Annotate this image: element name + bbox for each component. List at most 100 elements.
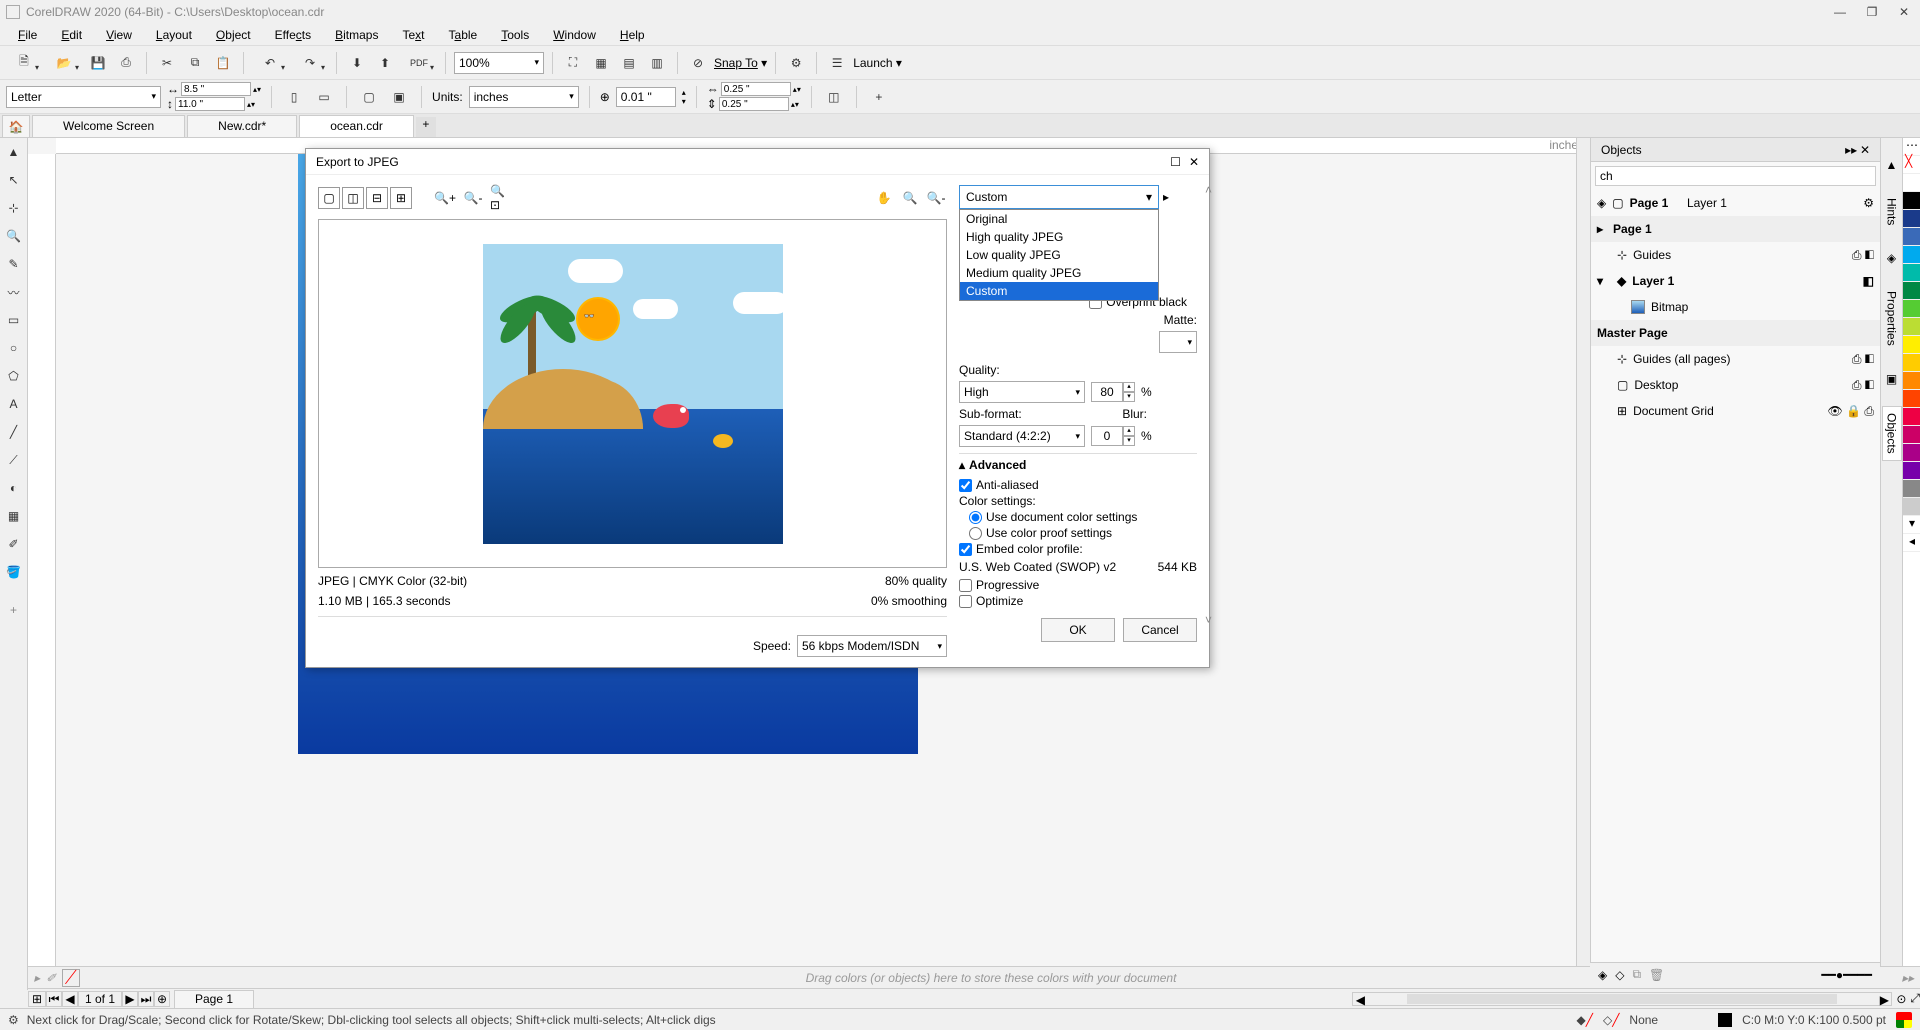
- import-button[interactable]: ⬇: [345, 51, 369, 75]
- color-swatch-7[interactable]: [1903, 300, 1920, 318]
- zoom-fit-preview[interactable]: 🔍⊡: [490, 187, 512, 209]
- show-rulers-button[interactable]: ▦: [589, 51, 613, 75]
- page-height-input[interactable]: [175, 97, 245, 111]
- optimize-checkbox[interactable]: [959, 595, 972, 608]
- zoom-out-preview[interactable]: 🔍-: [462, 187, 484, 209]
- menu-edit[interactable]: Edit: [51, 26, 92, 44]
- zoom-combo[interactable]: 100%▾: [454, 52, 544, 74]
- split-4-button[interactable]: ⊞: [390, 187, 412, 209]
- drop-shadow-tool[interactable]: ◐: [4, 478, 24, 498]
- palette-scroll-down[interactable]: ▾: [1903, 516, 1920, 534]
- color-swatch-13[interactable]: [1903, 408, 1920, 426]
- color-swatch-5[interactable]: [1903, 264, 1920, 282]
- tab-newcdr[interactable]: New.cdr*: [187, 115, 297, 137]
- menu-help[interactable]: Help: [610, 26, 655, 44]
- menu-effects[interactable]: Effects: [265, 26, 321, 44]
- preset-combo[interactable]: Custom▾: [959, 185, 1159, 209]
- menu-window[interactable]: Window: [543, 26, 606, 44]
- zoom-in-preview[interactable]: 🔍+: [434, 187, 456, 209]
- cut-button[interactable]: ✂: [155, 51, 179, 75]
- antialiased-checkbox[interactable]: [959, 479, 972, 492]
- advanced-header[interactable]: ▴Advanced: [959, 453, 1197, 476]
- transparency-tool[interactable]: ▦: [4, 506, 24, 526]
- pick-tool[interactable]: ▲: [4, 142, 24, 162]
- palette-nav-left[interactable]: ▸: [34, 971, 40, 985]
- minimize-button[interactable]: —: [1830, 5, 1850, 19]
- layer1-node[interactable]: ▾◆ Layer 1◧: [1591, 268, 1880, 294]
- outline-color-swatch[interactable]: [1718, 1013, 1732, 1027]
- quality-combo[interactable]: High▾: [959, 381, 1085, 403]
- color-swatch-0[interactable]: [1903, 174, 1920, 192]
- single-preview-button[interactable]: ▢: [318, 187, 340, 209]
- slider[interactable]: ━━●━━━━: [1821, 968, 1872, 982]
- page-size-combo[interactable]: Letter▾: [6, 86, 161, 108]
- nav-arrow[interactable]: ⤢: [1910, 991, 1920, 1006]
- prev-page[interactable]: ◀: [62, 991, 78, 1007]
- bitmap-node[interactable]: Bitmap: [1591, 294, 1880, 320]
- subformat-combo[interactable]: Standard (4:2:2)▾: [959, 425, 1085, 447]
- color-swatch-2[interactable]: [1903, 210, 1920, 228]
- delete-button[interactable]: 🗑: [1649, 968, 1664, 982]
- open-button[interactable]: 📂▾: [46, 51, 82, 75]
- menu-bitmaps[interactable]: Bitmaps: [325, 26, 388, 44]
- vertical-scrollbar[interactable]: [1576, 138, 1590, 990]
- preset-opt-high[interactable]: High quality JPEG: [960, 228, 1158, 246]
- fullscreen-button[interactable]: ⛶: [561, 51, 585, 75]
- color-swatch-17[interactable]: [1903, 480, 1920, 498]
- preset-next-button[interactable]: ▸: [1163, 190, 1169, 204]
- dialog-maximize-button[interactable]: ☐: [1170, 155, 1181, 169]
- home-tab[interactable]: 🏠: [2, 115, 30, 137]
- collapse-panel-button[interactable]: ▸▸: [1845, 143, 1857, 157]
- undo-button[interactable]: ↶▾: [252, 51, 288, 75]
- shape-tool[interactable]: ↖: [4, 170, 24, 190]
- page-layer-header[interactable]: ◈ ▢ Page 1 Layer 1 ⚙: [1591, 190, 1880, 216]
- options-icon[interactable]: ⚙: [1863, 196, 1874, 210]
- color-swatch-6[interactable]: [1903, 282, 1920, 300]
- add-page-button[interactable]: ⊞: [28, 991, 46, 1007]
- polygon-tool[interactable]: ⬠: [4, 366, 24, 386]
- speed-combo[interactable]: 56 kbps Modem/ISDN▾: [797, 635, 947, 657]
- units-combo[interactable]: inches▾: [469, 86, 579, 108]
- page-node[interactable]: ▸Page 1: [1591, 216, 1880, 242]
- matte-combo[interactable]: ▾: [1159, 331, 1197, 353]
- menu-view[interactable]: View: [96, 26, 142, 44]
- quality-spin[interactable]: ▴▾: [1091, 382, 1135, 402]
- show-guides-button[interactable]: ▥: [645, 51, 669, 75]
- duplicate-button[interactable]: ⧉: [1632, 967, 1641, 982]
- eyedropper-tool[interactable]: ✐: [4, 534, 24, 554]
- rectangle-tool[interactable]: ▭: [4, 310, 24, 330]
- color-swatch-18[interactable]: [1903, 498, 1920, 516]
- add-tool[interactable]: +: [4, 600, 24, 620]
- connector-tool[interactable]: ⟋: [4, 450, 24, 470]
- zoom-out-preview2[interactable]: 🔍-: [925, 187, 947, 209]
- guides-all-node[interactable]: ⊹ Guides (all pages)⎙ ◧: [1591, 346, 1880, 372]
- master-page-node[interactable]: Master Page: [1591, 320, 1880, 346]
- page-tab-1[interactable]: Page 1: [174, 990, 254, 1008]
- snap-to-label[interactable]: Snap To ▾: [714, 56, 767, 70]
- new-button[interactable]: 🗎▾: [6, 51, 42, 75]
- crop-tool[interactable]: ⊹: [4, 198, 24, 218]
- fill-indicator[interactable]: ◆╱: [1576, 1013, 1592, 1027]
- print-button[interactable]: ⎙: [114, 51, 138, 75]
- preset-opt-low[interactable]: Low quality JPEG: [960, 246, 1158, 264]
- nav-icon[interactable]: ⊙: [1896, 992, 1906, 1006]
- horizontal-scrollbar[interactable]: ◀ ▶: [1352, 992, 1892, 1006]
- next-page[interactable]: ▶: [122, 991, 138, 1007]
- color-swatch-11[interactable]: [1903, 372, 1920, 390]
- close-panel-button[interactable]: ✕: [1860, 143, 1870, 157]
- close-button[interactable]: ✕: [1894, 5, 1914, 19]
- ok-button[interactable]: OK: [1041, 618, 1115, 642]
- menu-layout[interactable]: Layout: [146, 26, 202, 44]
- color-swatch-15[interactable]: [1903, 444, 1920, 462]
- palette-expand-doc[interactable]: ▸: [1908, 971, 1914, 985]
- eyedropper-icon[interactable]: ✐: [46, 971, 56, 985]
- guides-node[interactable]: ⊹ Guides⎙ ◧: [1591, 242, 1880, 268]
- pan-preview[interactable]: ✋: [873, 187, 895, 209]
- freehand-tool[interactable]: ✎: [4, 254, 24, 274]
- dup-y-input[interactable]: [719, 97, 789, 111]
- dialog-close-button[interactable]: ✕: [1189, 155, 1199, 169]
- hints-tab[interactable]: Hints: [1883, 192, 1901, 231]
- zoom-preview[interactable]: 🔍: [899, 187, 921, 209]
- copy-button[interactable]: ⧉: [183, 51, 207, 75]
- artistic-media-tool[interactable]: 〰: [4, 282, 24, 302]
